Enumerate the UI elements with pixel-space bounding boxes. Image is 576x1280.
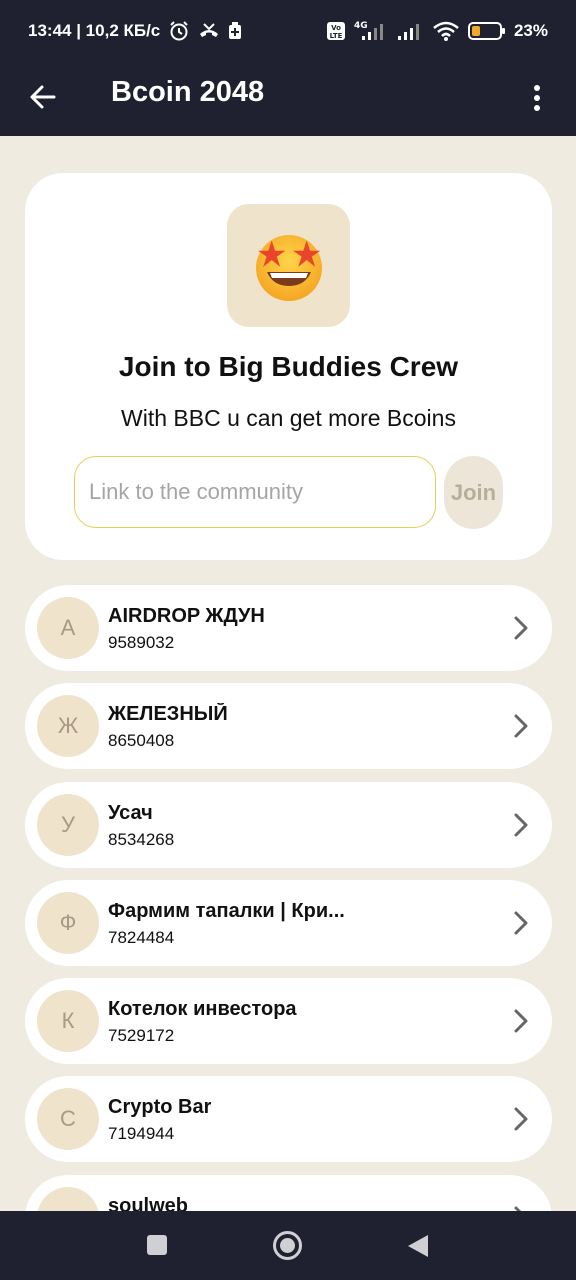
- chevron-right-icon: [514, 813, 528, 837]
- item-score: 8534268: [108, 830, 175, 849]
- signal-4g-icon: 4G: [354, 20, 388, 42]
- recents-button[interactable]: [146, 1234, 168, 1261]
- avatar: К: [37, 990, 99, 1052]
- list-item[interactable]: Ж ЖЕЛЕЗНЫЙ 8650408: [25, 683, 552, 769]
- arrow-left-icon: [30, 85, 56, 109]
- avatar: Ф: [37, 892, 99, 954]
- back-nav-button[interactable]: [406, 1233, 430, 1264]
- community-link-input[interactable]: [74, 456, 436, 528]
- list-item[interactable]: К Котелок инвестора 7529172: [25, 978, 552, 1064]
- recents-square-icon: [147, 1235, 167, 1255]
- list-item[interactable]: У Усач 8534268: [25, 782, 552, 868]
- avatar: У: [37, 794, 99, 856]
- chevron-right-icon: [514, 1009, 528, 1033]
- battery-icon: [467, 21, 506, 41]
- page-title: Bcoin 2048: [111, 76, 265, 108]
- svg-text:Vo: Vo: [331, 24, 341, 32]
- item-name: Котелок инвестора: [108, 998, 297, 1020]
- battery-saver-icon: [228, 22, 242, 40]
- more-menu-button[interactable]: [522, 78, 552, 118]
- system-nav-bar: [0, 1211, 576, 1280]
- volte-icon: Vo LTE: [326, 21, 346, 41]
- status-left: 13:44 | 10,2 КБ/с: [28, 20, 242, 42]
- list-item[interactable]: C Crypto Bar 7194944: [25, 1076, 552, 1162]
- avatar: Ж: [37, 695, 99, 757]
- status-bar: 13:44 | 10,2 КБ/с Vo LTE 4G 23%: [0, 0, 576, 62]
- chevron-right-icon: [514, 911, 528, 935]
- list-item[interactable]: A AIRDROP ЖДУН 9589032: [25, 585, 552, 671]
- item-score: 7824484: [108, 928, 175, 947]
- more-vertical-icon: [534, 85, 540, 111]
- back-button[interactable]: [26, 80, 60, 114]
- back-triangle-icon: [408, 1235, 428, 1257]
- item-score: 7194944: [108, 1124, 175, 1143]
- item-name: Фармим тапалки | Кри...: [108, 900, 345, 922]
- card-subtitle: With BBC u can get more Bcoins: [121, 405, 456, 431]
- chevron-right-icon: [514, 616, 528, 640]
- missed-call-icon: [198, 22, 220, 40]
- join-button[interactable]: Join: [444, 456, 503, 529]
- alarm-icon: [168, 20, 190, 42]
- chevron-right-icon: [514, 714, 528, 738]
- status-right: Vo LTE 4G 23%: [326, 20, 548, 42]
- home-circle-icon: [273, 1231, 302, 1260]
- item-score: 8650408: [108, 731, 175, 750]
- item-name: AIRDROP ЖДУН: [108, 605, 265, 627]
- item-name: ЖЕЛЕЗНЫЙ: [108, 703, 228, 725]
- status-time-speed: 13:44 | 10,2 КБ/с: [28, 21, 161, 40]
- battery-percent: 23%: [513, 21, 548, 40]
- signal-icon: [396, 20, 424, 42]
- svg-text:LTE: LTE: [330, 32, 343, 40]
- chevron-right-icon: [514, 1107, 528, 1131]
- emoji-badge: [227, 204, 350, 327]
- avatar: C: [37, 1088, 99, 1150]
- join-community-card: Join to Big Buddies Crew With BBC u can …: [25, 173, 552, 560]
- item-name: Усач: [108, 802, 153, 824]
- star-struck-emoji-icon: [255, 234, 322, 301]
- app-bar: Bcoin 2048: [0, 62, 576, 136]
- home-button[interactable]: [272, 1230, 303, 1266]
- list-item[interactable]: Ф Фармим тапалки | Кри... 7824484: [25, 880, 552, 966]
- item-score: 7529172: [108, 1026, 175, 1045]
- card-title: Join to Big Buddies Crew: [118, 351, 459, 382]
- avatar: A: [37, 597, 99, 659]
- item-score: 9589032: [108, 633, 175, 652]
- wifi-icon: [432, 20, 460, 42]
- item-name: Crypto Bar: [108, 1096, 212, 1118]
- svg-text:4G: 4G: [354, 21, 368, 31]
